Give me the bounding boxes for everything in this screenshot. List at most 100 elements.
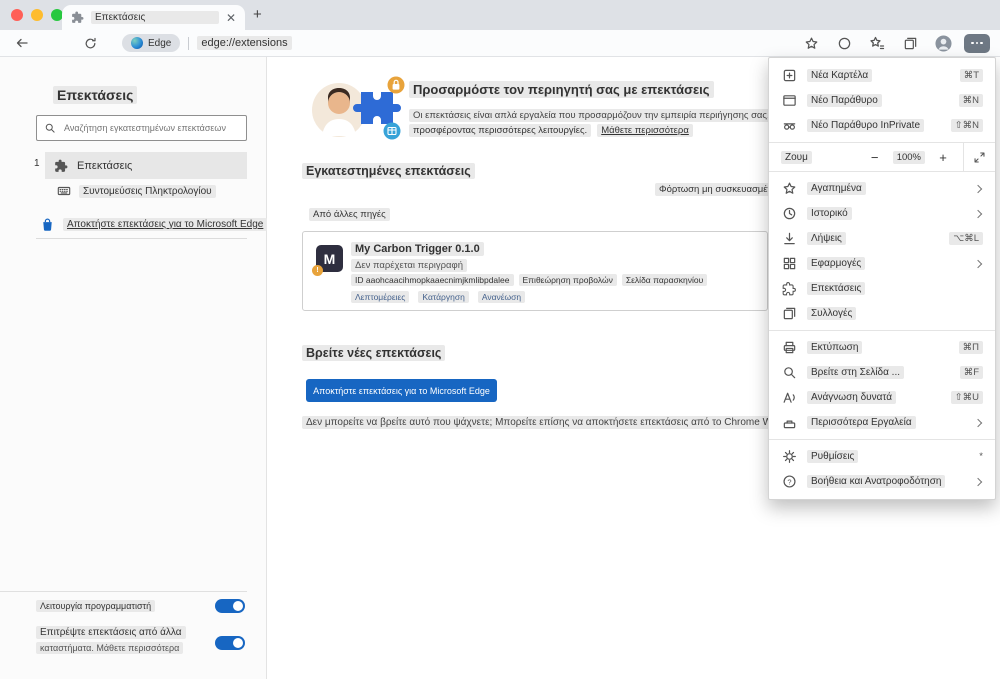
close-window-button[interactable] [11,9,23,21]
menu-item-label: Βρείτε στη Σελίδα ... [807,366,905,379]
reload-button[interactable] [78,32,102,54]
puzzle-icon [54,159,68,173]
minimize-window-button[interactable] [31,9,43,21]
extensions-count: 1 [34,158,40,169]
menu-item-extensions[interactable]: Επεκτάσεις [769,276,995,301]
get-extensions-link[interactable]: Αποκτήστε επεκτάσεις για το Microsoft Ed… [40,217,268,232]
menu-item-label: Βοήθεια και Ανατροφοδότηση [807,475,946,488]
browser-toolbar: Edge edge://extensions [0,30,1000,57]
zoom-label: Ζουμ [781,150,812,164]
window-titlebar: Επεκτάσεις ✕ + [0,0,1000,30]
url-text[interactable]: edge://extensions [197,36,292,50]
browser-tab-extensions[interactable]: Επεκτάσεις ✕ [62,5,245,30]
sidebar-title: Επεκτάσεις [53,86,138,104]
tracking-prevention-icon[interactable] [832,32,856,54]
address-bar[interactable]: Edge edge://extensions [122,34,799,52]
get-extensions-button[interactable]: Αποκτήστε επεκτάσεις για το Microsoft Ed… [306,379,497,402]
extensions-sidebar: Επεκτάσεις 1 Επεκτάσεις Συντομεύσεις Πλη… [0,57,268,679]
menu-item-settings[interactable]: Ρυθμίσεις * [769,444,995,469]
add-favorite-star-icon[interactable] [799,32,823,54]
allow-other-stores-toggle[interactable] [215,636,245,650]
address-separator [188,36,190,50]
learn-more-link[interactable]: Μάθετε περισσότερα [597,124,693,137]
toolbar-right-icons [799,32,990,54]
remove-link[interactable]: Κατάργηση [418,291,469,303]
hero-subtitle-line2: προσφέροντας περισσότερες λειτουργίες. Μ… [409,124,693,137]
menu-item-label: Περισσότερα Εργαλεία [807,416,916,429]
hero-title: Προσαρμόστε τον περιηγητή σας με επεκτάσ… [409,81,714,98]
settings-and-more-menu: Νέα Καρτέλα ⌘T Νέο Παράθυρο ⌘N Νέο Παράθ… [768,57,996,500]
hero-subtitle-line1: Οι επεκτάσεις είναι απλά εργαλεία που πρ… [409,109,774,122]
sidebar-item-keyboard-shortcuts[interactable]: Συντομεύσεις Πληκτρολογίου [57,184,216,198]
back-button[interactable] [10,32,34,54]
extension-id-row: ID aaohcaacihmopkaaecnimjkmlibpdalee Επι… [351,274,708,286]
background-page-link[interactable]: Σελίδα παρασκηνίου [621,274,708,286]
menu-item-new-tab[interactable]: Νέα Καρτέλα ⌘T [769,63,995,88]
menu-item-label: Νέα Καρτέλα [807,69,873,82]
fullscreen-icon [974,152,985,162]
favorites-icon[interactable] [865,32,889,54]
menu-item-downloads[interactable]: Λήψεις ⌥⌘L [769,226,995,251]
collections-icon[interactable] [898,32,922,54]
menu-item-print[interactable]: Εκτύπωση ⌘Π [769,335,995,360]
developer-mode-toggle[interactable] [215,599,245,613]
submenu-arrow-icon [973,418,983,427]
printer-icon [781,340,797,355]
menu-item-label: Νέο Παράθυρο InPrivate [807,119,925,132]
keyboard-icon [57,184,71,198]
menu-shortcut: ⇧⌘N [950,119,983,132]
search-box[interactable] [36,115,247,141]
extension-monogram-letter: M [323,250,336,267]
menu-item-favorites[interactable]: Αγαπημένα [769,176,995,201]
extension-description: Δεν παρέχεται περιγραφή [351,259,467,272]
history-clock-icon [781,206,797,221]
download-icon [781,231,797,246]
menu-item-new-inprivate-window[interactable]: Νέο Παράθυρο InPrivate ⇧⌘N [769,113,995,138]
zoom-out-button[interactable]: − [863,143,887,172]
menu-item-collections[interactable]: Συλλογές [769,301,995,326]
menu-item-label: Λήψεις [807,232,846,245]
menu-shortcut: ⇧⌘U [950,391,983,404]
find-magnifier-icon [781,365,797,380]
details-link[interactable]: Λεπτομέρειες [351,291,410,303]
profile-avatar[interactable] [931,32,955,54]
menu-shortcut: ⌘Π [958,341,983,354]
menu-item-read-aloud[interactable]: Ανάγνωση δυνατά ⇧⌘U [769,385,995,410]
installed-extensions-heading: Εγκατεστημένες επεκτάσεις [302,163,475,179]
new-tab-icon [781,68,797,83]
traffic-lights [11,9,63,21]
menu-item-find-on-page[interactable]: Βρείτε στη Σελίδα ... ⌘F [769,360,995,385]
favorites-star-icon [781,181,797,196]
extension-card: M ! My Carbon Trigger 0.1.0 Δεν παρέχετα… [302,231,768,311]
menu-item-label: Ρυθμίσεις [807,450,859,463]
help-icon: ? [781,474,797,489]
fullscreen-button[interactable] [963,142,995,172]
search-input[interactable] [62,122,239,134]
menu-item-more-tools[interactable]: Περισσότερα Εργαλεία [769,410,995,435]
sidebar-item-extensions[interactable]: Επεκτάσεις [45,152,247,179]
allow-other-stores-sublabel: καταστήματα. Μάθετε περισσότερα [36,642,184,654]
menu-item-history[interactable]: Ιστορικό [769,201,995,226]
chrome-web-store-hint: Δεν μπορείτε να βρείτε αυτό που ψάχνετε;… [302,416,817,429]
new-tab-button[interactable]: + [253,6,262,23]
sidebar-item-label: Συντομεύσεις Πληκτρολογίου [79,184,216,198]
reload-link[interactable]: Ανανέωση [477,291,526,303]
submenu-arrow-icon [973,259,983,268]
extensions-puzzle-icon [781,281,797,296]
tab-title: Επεκτάσεις [91,11,219,24]
menu-shortcut: ⌘F [959,366,983,379]
menu-item-label: Εκτύπωση [807,341,863,354]
extension-id: ID aaohcaacihmopkaaecnimjkmlibpdalee [351,274,514,286]
extensions-puzzle-icon [71,11,84,24]
zoom-in-button[interactable]: + [931,143,955,172]
other-sources-label: Από άλλες πηγές [309,208,390,221]
collections-icon [781,306,797,321]
menu-item-new-window[interactable]: Νέο Παράθυρο ⌘N [769,88,995,113]
menu-shortcut: ⌘N [958,94,983,107]
tab-close-icon[interactable]: ✕ [226,12,236,24]
menu-item-apps[interactable]: Εφαρμογές [769,251,995,276]
menu-item-help-and-feedback[interactable]: ? Βοήθεια και Ανατροφοδότηση [769,469,995,494]
settings-and-more-button[interactable] [964,33,990,53]
submenu-arrow-icon [973,209,983,218]
inspect-views-link[interactable]: Επιθεώρηση προβολών [518,274,617,286]
